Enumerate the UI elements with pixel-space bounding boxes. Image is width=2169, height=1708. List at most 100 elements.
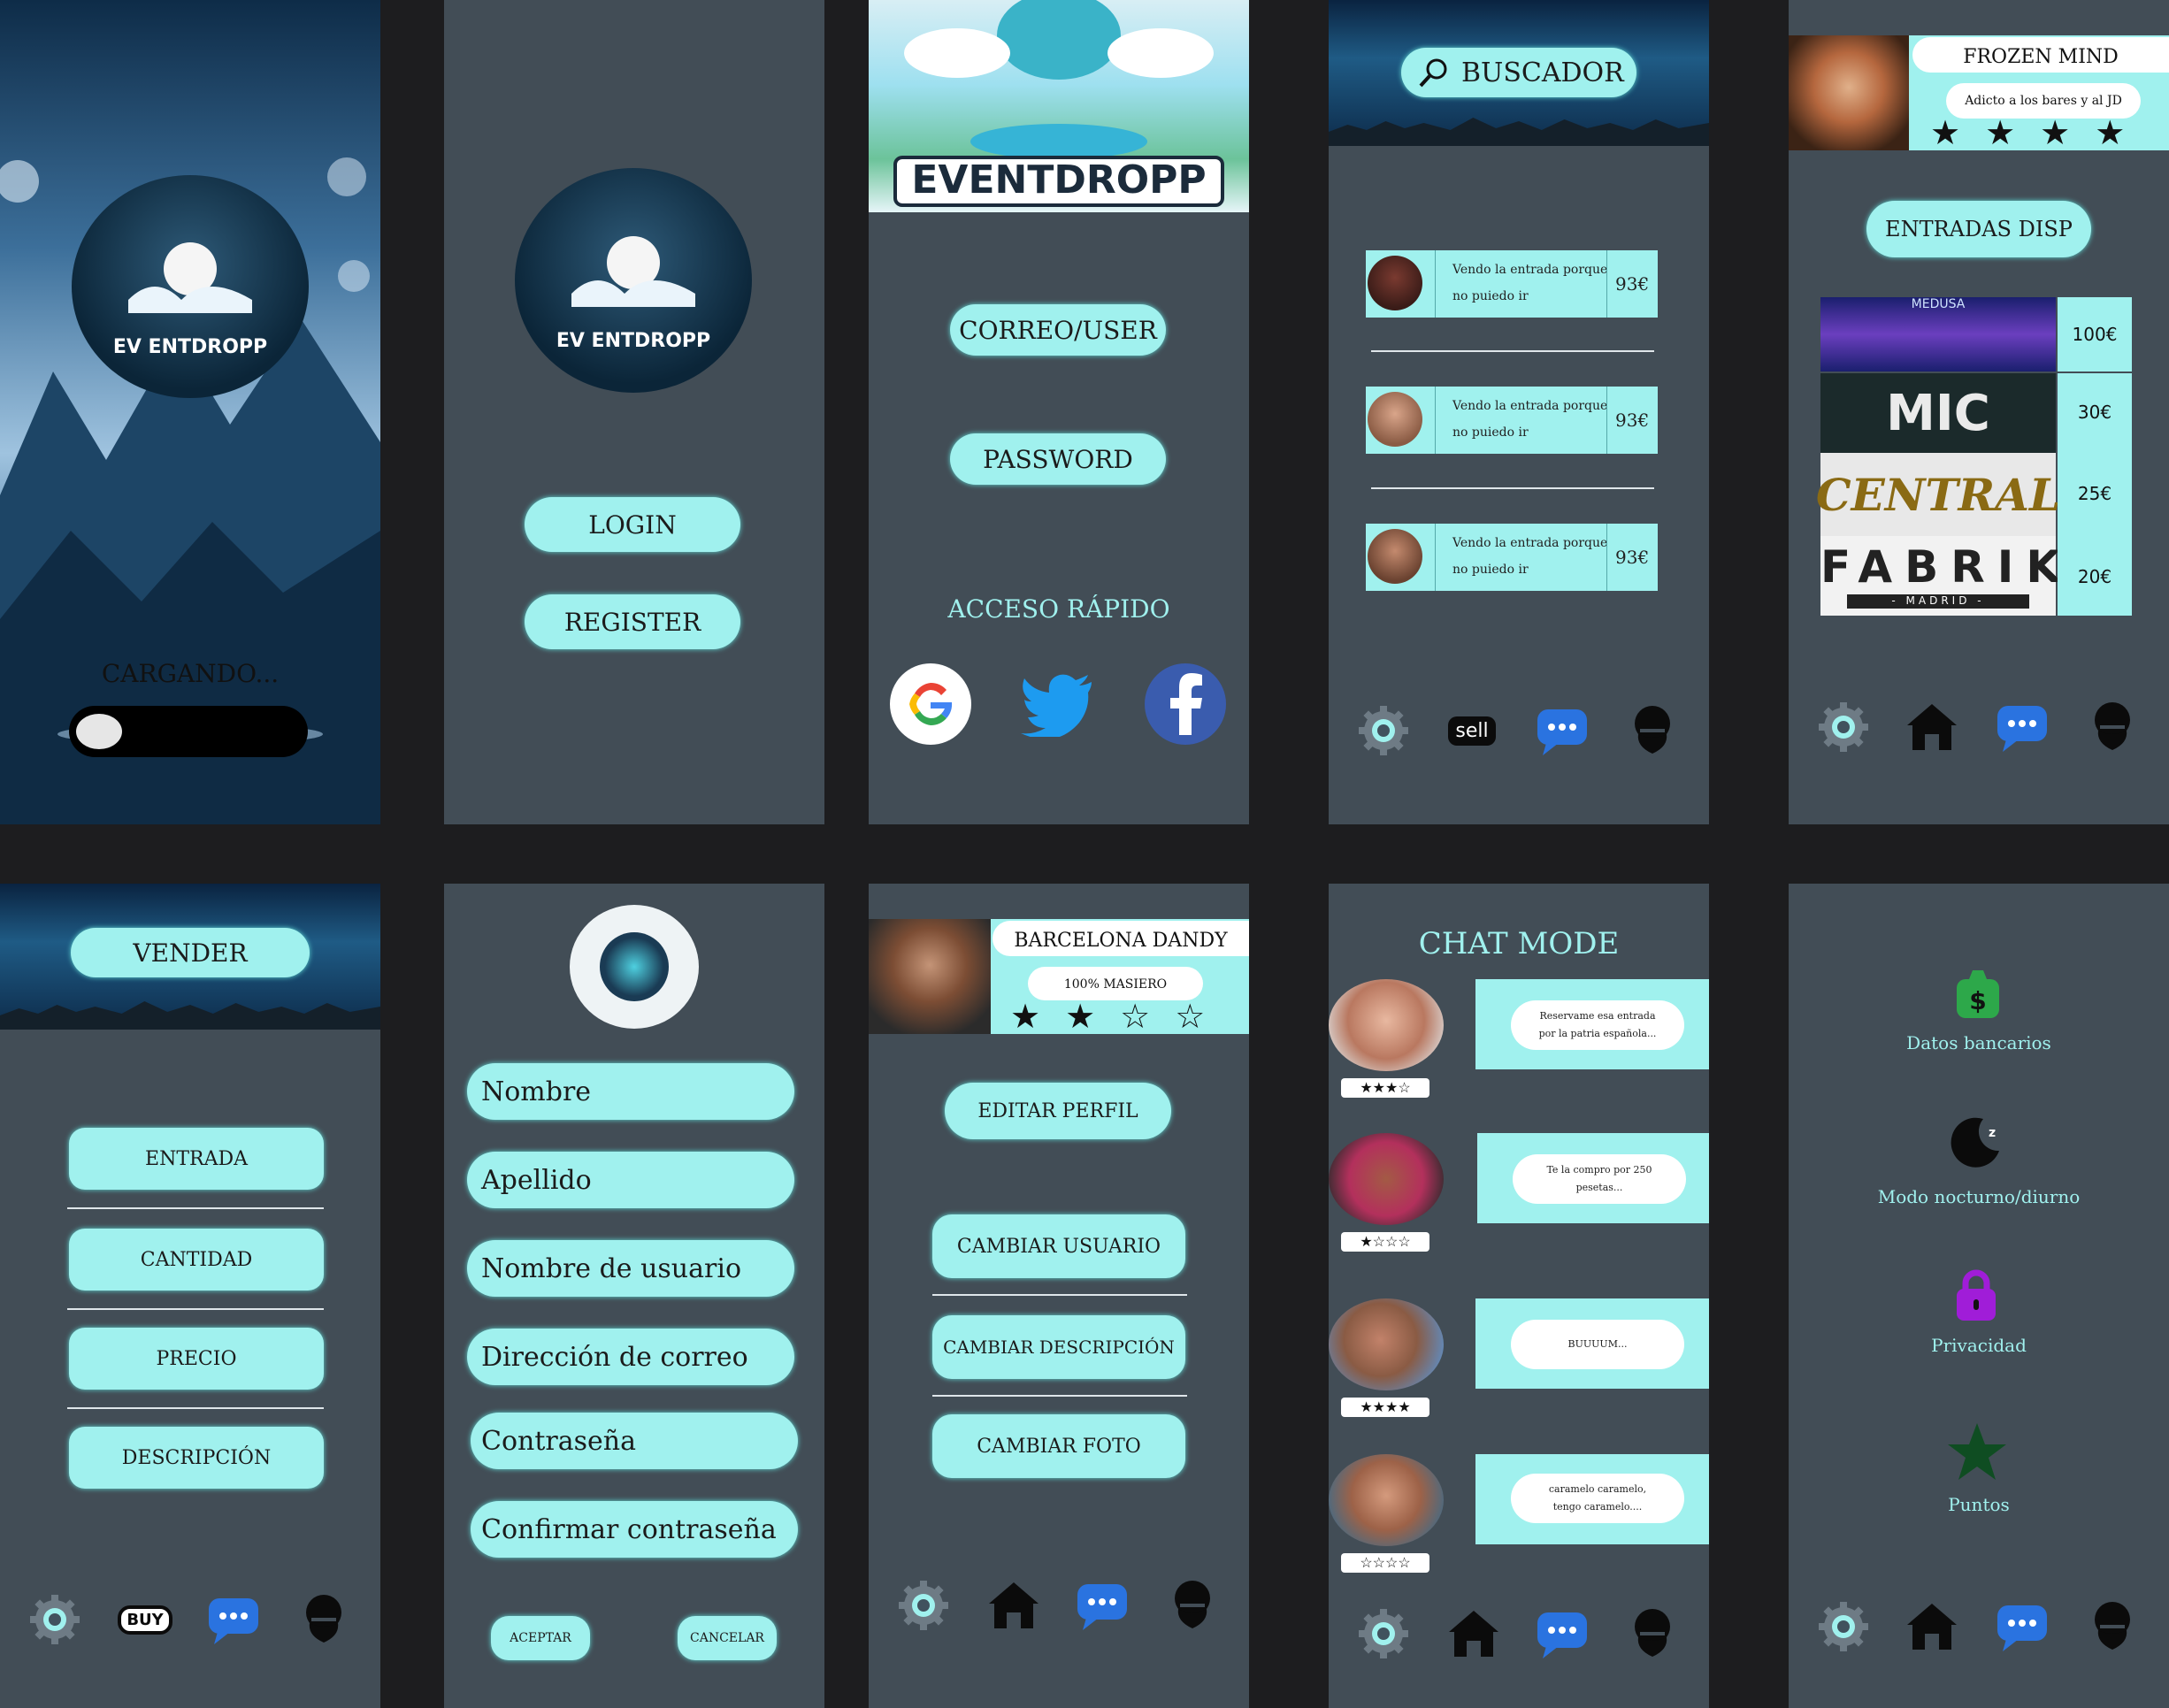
- login-button[interactable]: LOGIN: [525, 497, 740, 552]
- listing-price: 93€: [1615, 547, 1650, 568]
- listing-line1: Vendo la entrada porque: [1452, 263, 1608, 277]
- settings-nav[interactable]: [27, 1591, 83, 1648]
- login-screen: EVENTDROPP CORREO/USER PASSWORD ACCESO R…: [869, 0, 1249, 824]
- drop-logo-icon: [600, 932, 669, 1001]
- svg-text:z: z: [1989, 1126, 1996, 1140]
- bottom-nav: [1789, 1598, 2169, 1669]
- google-button[interactable]: [890, 663, 971, 745]
- username-field[interactable]: Nombre de usuario: [467, 1240, 794, 1297]
- night-mode-item[interactable]: z Modo nocturno/diurno: [1789, 1114, 2169, 1211]
- chat-nav[interactable]: [1534, 1605, 1590, 1662]
- home-nav[interactable]: [1904, 1598, 1960, 1655]
- contact-rating: ☆☆☆☆: [1341, 1553, 1429, 1573]
- profile-nav[interactable]: [1624, 1605, 1681, 1662]
- change-user-button[interactable]: CAMBIAR USUARIO: [932, 1214, 1185, 1278]
- home-nav[interactable]: [1904, 699, 1960, 755]
- mountains-backdrop: [0, 157, 380, 824]
- edit-profile-button[interactable]: EDITAR PERFIL: [945, 1083, 1171, 1139]
- register-button[interactable]: REGISTER: [525, 594, 740, 649]
- accept-button[interactable]: ACEPTAR: [491, 1616, 590, 1660]
- cancel-button[interactable]: CANCELAR: [678, 1616, 777, 1660]
- listing-row[interactable]: Vendo la entrada porque no puiedo ir 93€: [1366, 387, 1658, 454]
- twitter-button[interactable]: [1017, 665, 1099, 745]
- chat-nav[interactable]: [1994, 699, 2050, 755]
- chat-nav[interactable]: [1534, 702, 1590, 759]
- my-profile-screen: BARCELONA DANDY 100% MASIERO ★ ★ ☆ ☆ EDITAR…: [869, 884, 1249, 1708]
- facebook-icon: [1170, 673, 1202, 735]
- last-name-field[interactable]: Apellido: [467, 1152, 794, 1208]
- splash-screen: EV ENTDROPP CARGANDO...: [0, 0, 380, 824]
- contact-rating: ★★★☆: [1341, 1078, 1429, 1098]
- settings-nav[interactable]: [1355, 1605, 1412, 1662]
- star-icon: [1948, 1423, 2006, 1480]
- points-item[interactable]: Puntos: [1789, 1421, 2169, 1519]
- settings-nav[interactable]: [1815, 699, 1872, 755]
- search-screen: BUSCADOR Vendo la entrada porque no puie…: [1329, 0, 1709, 824]
- star-icon: ★: [2095, 113, 2126, 152]
- price-field[interactable]: PRECIO: [69, 1328, 324, 1390]
- venue-banner-mic: MIC: [1820, 373, 2056, 453]
- profile-nav[interactable]: [295, 1591, 352, 1648]
- change-photo-button[interactable]: CAMBIAR FOTO: [932, 1414, 1185, 1478]
- profile-nav[interactable]: [2084, 1598, 2141, 1655]
- home-nav[interactable]: [1445, 1605, 1502, 1662]
- facebook-button[interactable]: [1145, 663, 1226, 745]
- ticket-row[interactable]: CENTRAL 25€: [1816, 453, 2132, 536]
- profile-photo: [869, 919, 991, 1034]
- chat-nav[interactable]: [205, 1591, 262, 1648]
- night-mode-label: Modo nocturno/diurno: [1877, 1186, 2081, 1207]
- star-icon: ★: [1065, 997, 1096, 1036]
- star-outline-icon: ☆: [1120, 997, 1151, 1036]
- listing-row[interactable]: Vendo la entrada porque no puiedo ir 93€: [1366, 524, 1658, 591]
- ticket-row[interactable]: MIC 30€: [1820, 373, 2132, 453]
- option-divider: [932, 1395, 1187, 1397]
- password-field[interactable]: Contraseña: [471, 1413, 798, 1469]
- ticket-price: 25€: [2077, 483, 2112, 504]
- money-bag-icon: $: [1957, 970, 1999, 1018]
- search-title-button[interactable]: BUSCADOR: [1401, 48, 1636, 97]
- listing-row[interactable]: Vendo la entrada porque no puiedo ir 93€: [1366, 250, 1658, 318]
- first-name-field[interactable]: Nombre: [467, 1063, 794, 1120]
- sell-title-button[interactable]: VENDER: [71, 928, 310, 977]
- bank-data-label: Datos bancarios: [1906, 1032, 2051, 1053]
- sell-nav[interactable]: sell: [1444, 702, 1500, 759]
- listing-divider: [1371, 487, 1654, 489]
- settings-nav[interactable]: [1355, 702, 1412, 759]
- contact-avatar: [1329, 1133, 1444, 1225]
- venue-name: FABRIK: [1820, 541, 2073, 593]
- home-icon: [1907, 1604, 1957, 1650]
- profile-bio: 100% MASIERO: [1063, 977, 1168, 992]
- chat-thread[interactable]: ★★★★ BUUUUM...: [1329, 1298, 1709, 1417]
- confirm-password-field[interactable]: Confirmar contraseña: [471, 1501, 798, 1558]
- seller-avatar: [1368, 529, 1422, 584]
- password-field[interactable]: PASSWORD: [950, 433, 1166, 485]
- change-description-button[interactable]: CAMBIAR DESCRIPCIÓN: [932, 1315, 1185, 1379]
- settings-nav[interactable]: [1815, 1598, 1872, 1655]
- chat-thread[interactable]: ☆☆☆☆ caramelo caramelo, tengo caramelo...…: [1329, 1454, 1709, 1573]
- quantity-field[interactable]: CANTIDAD: [69, 1229, 324, 1291]
- tickets-title-button[interactable]: ENTRADAS DISP: [1866, 201, 2091, 257]
- description-field[interactable]: DESCRIPCIÓN: [69, 1427, 324, 1489]
- settings-nav[interactable]: [895, 1577, 952, 1634]
- chat-thread[interactable]: ★★★☆ Reservame esa entrada por la patria …: [1329, 979, 1709, 1098]
- profile-nav[interactable]: [1164, 1577, 1221, 1634]
- user-field[interactable]: CORREO/USER: [950, 304, 1166, 356]
- profile-nav[interactable]: [1624, 702, 1681, 759]
- buy-nav[interactable]: BUY: [117, 1591, 173, 1648]
- gear-icon: [1819, 702, 1868, 752]
- message-bubble: caramelo caramelo, tengo caramelo....: [1511, 1474, 1684, 1523]
- chat-nav[interactable]: [1074, 1577, 1130, 1634]
- ticket-field[interactable]: ENTRADA: [69, 1128, 324, 1190]
- profile-nav[interactable]: [2084, 699, 2141, 755]
- home-nav[interactable]: [985, 1577, 1042, 1634]
- user-icon: [1635, 1609, 1670, 1657]
- ticket-row[interactable]: FABRIK - MADRID - 20€: [1820, 536, 2132, 616]
- field-divider: [67, 1207, 324, 1209]
- privacy-item[interactable]: Privacidad: [1789, 1266, 2169, 1356]
- email-field[interactable]: Dirección de correo: [467, 1329, 794, 1385]
- chat-icon: [1077, 1584, 1127, 1630]
- chat-thread[interactable]: ★☆☆☆ Te la compro por 250 pesetas...: [1329, 1133, 1709, 1252]
- ticket-row[interactable]: MEDUSA 100€: [1820, 297, 2132, 371]
- chat-nav[interactable]: [1994, 1598, 2050, 1655]
- bank-data-item[interactable]: $ Datos bancarios: [1789, 967, 2169, 1055]
